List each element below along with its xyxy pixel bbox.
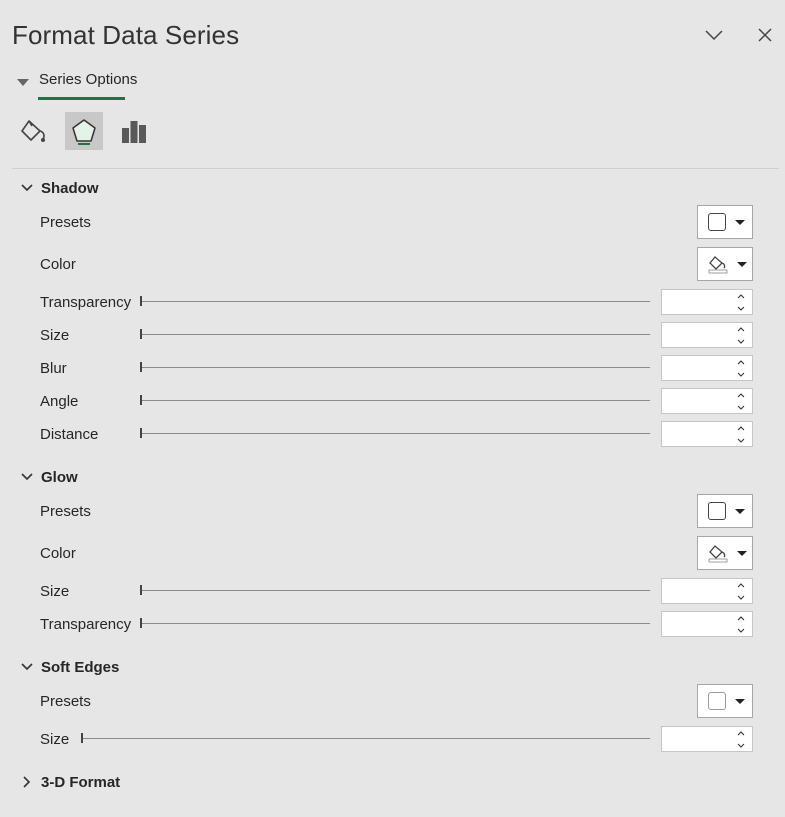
shadow-angle-thumb[interactable]	[140, 395, 142, 405]
spin-up-icon[interactable]	[736, 580, 746, 590]
shadow-blur-thumb[interactable]	[140, 362, 142, 372]
shadow-size-thumb[interactable]	[140, 329, 142, 339]
glow-transparency-thumb[interactable]	[140, 618, 142, 628]
shadow-presets-dropdown[interactable]	[697, 205, 753, 239]
dropdown-arrow-icon	[735, 508, 745, 514]
bar-chart-icon	[122, 121, 146, 143]
shadow-distance-slider[interactable]	[141, 433, 650, 434]
glow-transparency-spinner[interactable]	[661, 611, 753, 637]
soft-edges-presets-label: Presets	[40, 693, 91, 710]
spin-down-icon[interactable]	[736, 625, 746, 635]
glow-section-header[interactable]: Glow	[20, 467, 78, 487]
shadow-size-label: Size	[40, 327, 70, 344]
pane-options-button[interactable]	[699, 20, 729, 50]
dropdown-arrow-icon	[737, 261, 747, 267]
header-divider	[12, 168, 779, 169]
fill-line-tab[interactable]	[15, 112, 53, 150]
chevron-right-icon	[20, 775, 34, 789]
paint-bucket-icon	[708, 256, 728, 274]
chevron-down-icon	[20, 660, 34, 674]
shadow-size-spinner[interactable]	[661, 322, 753, 348]
glow-transparency-slider[interactable]	[141, 623, 650, 624]
glow-size-thumb[interactable]	[140, 585, 142, 595]
dropdown-arrow-icon	[735, 219, 745, 225]
spin-up-icon[interactable]	[736, 390, 746, 400]
spin-up-icon[interactable]	[736, 291, 746, 301]
chevron-down-icon	[20, 470, 34, 484]
pentagon-effects-icon	[72, 119, 96, 145]
spin-up-icon[interactable]	[736, 728, 746, 738]
series-options-underline	[38, 97, 125, 100]
effects-tab[interactable]	[65, 112, 103, 150]
paint-bucket-icon	[21, 120, 45, 142]
dropdown-arrow-icon	[735, 698, 745, 704]
glow-size-label: Size	[40, 583, 70, 600]
shadow-color-dropdown[interactable]	[697, 247, 753, 281]
shadow-presets-label: Presets	[40, 214, 91, 231]
preset-swatch-icon	[708, 692, 726, 710]
glow-presets-label: Presets	[40, 503, 91, 520]
pane-title: Format Data Series	[12, 20, 240, 50]
spin-down-icon[interactable]	[736, 740, 746, 750]
glow-color-dropdown[interactable]	[697, 536, 753, 570]
series-options-caret-icon[interactable]	[17, 79, 29, 86]
shadow-section-title: Shadow	[41, 179, 99, 197]
soft-edges-size-thumb[interactable]	[81, 733, 83, 743]
shadow-angle-slider[interactable]	[141, 400, 650, 401]
spin-down-icon[interactable]	[736, 369, 746, 379]
spin-down-icon[interactable]	[736, 336, 746, 346]
spin-down-icon[interactable]	[736, 303, 746, 313]
glow-transparency-label: Transparency	[40, 616, 132, 633]
spin-down-icon[interactable]	[736, 435, 746, 445]
glow-color-label: Color	[40, 545, 76, 562]
shadow-blur-slider[interactable]	[141, 367, 650, 368]
shadow-transparency-thumb[interactable]	[140, 296, 142, 306]
soft-edges-size-spinner[interactable]	[661, 726, 753, 752]
dropdown-arrow-icon	[737, 550, 747, 556]
shadow-section-header[interactable]: Shadow	[20, 178, 99, 198]
paint-bucket-icon	[708, 545, 728, 563]
chevron-down-icon	[705, 30, 723, 41]
preset-swatch-icon	[708, 502, 726, 520]
shadow-blur-label: Blur	[40, 360, 67, 377]
shadow-angle-label: Angle	[40, 393, 79, 410]
three-d-format-section-header[interactable]: 3-D Format	[20, 772, 120, 792]
shadow-transparency-slider[interactable]	[141, 301, 650, 302]
glow-presets-dropdown[interactable]	[697, 494, 753, 528]
chevron-down-icon	[20, 181, 34, 195]
spin-up-icon[interactable]	[736, 423, 746, 433]
shadow-angle-spinner[interactable]	[661, 388, 753, 414]
shadow-distance-label: Distance	[40, 426, 99, 443]
glow-size-slider[interactable]	[141, 590, 650, 591]
spin-up-icon[interactable]	[736, 324, 746, 334]
spin-up-icon[interactable]	[736, 613, 746, 623]
three-d-format-section-title: 3-D Format	[41, 773, 121, 791]
shadow-transparency-spinner[interactable]	[661, 289, 753, 315]
series-options-tab[interactable]: Series Options	[39, 71, 137, 88]
soft-edges-section-title: Soft Edges	[41, 658, 120, 676]
shadow-transparency-label: Transparency	[40, 294, 132, 311]
spin-down-icon[interactable]	[736, 402, 746, 412]
glow-section-title: Glow	[41, 468, 78, 486]
preset-swatch-icon	[708, 213, 726, 231]
spin-down-icon[interactable]	[736, 592, 746, 602]
soft-edges-size-label: Size	[40, 731, 70, 748]
shadow-size-slider[interactable]	[141, 334, 650, 335]
shadow-blur-spinner[interactable]	[661, 355, 753, 381]
soft-edges-section-header[interactable]: Soft Edges	[20, 657, 119, 677]
shadow-color-label: Color	[40, 256, 76, 273]
soft-edges-size-slider[interactable]	[82, 738, 650, 739]
shadow-distance-spinner[interactable]	[661, 421, 753, 447]
close-icon	[758, 28, 772, 42]
soft-edges-presets-dropdown[interactable]	[697, 684, 753, 718]
glow-size-spinner[interactable]	[661, 578, 753, 604]
spin-up-icon[interactable]	[736, 357, 746, 367]
close-button[interactable]	[750, 20, 780, 50]
shadow-distance-thumb[interactable]	[140, 428, 142, 438]
series-options-category-tab[interactable]	[115, 112, 153, 150]
